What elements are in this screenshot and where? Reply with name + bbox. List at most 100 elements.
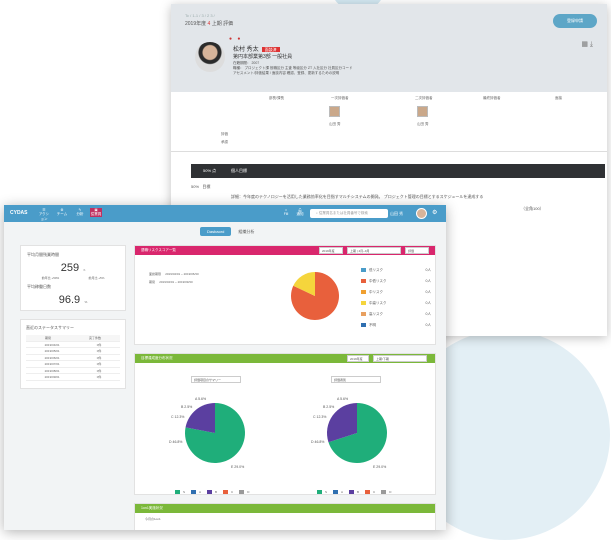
kpi-unit: % [84, 300, 88, 304]
nav-label: 従業員 [90, 212, 102, 216]
info-line3: アセスメント/評価結果 / 面談内容 確認、登録、更新するための説明 [233, 71, 340, 75]
period-value: 2019/04/01 ~ 2019/09/30 [159, 280, 193, 284]
slice-label: A 5.6% [337, 397, 348, 401]
kpi-number: 259 [60, 262, 80, 274]
legend-swatch [361, 312, 366, 317]
legend-label: 中低リスク [369, 279, 387, 283]
col-header: 部長/課長 [269, 96, 284, 100]
table-cell: 0件 [96, 355, 102, 360]
section-header: 50% 点 個人目標 [191, 164, 605, 178]
logo[interactable]: CYDAS [10, 210, 28, 216]
user-name[interactable]: 山田 秀 [390, 211, 403, 217]
year-select[interactable]: 2019年度 [347, 355, 369, 362]
table-cell: 2019/04/01 [44, 342, 60, 347]
col-header: 一次評価者 [331, 96, 349, 100]
kpi-value: 96.9 % [27, 290, 119, 308]
person-info: 在籍期間： 2007 職種： プロジェクト課 役職区分 主査 等級区分 ZT 入社… [233, 61, 353, 76]
legend-item: S [175, 490, 185, 495]
legend-label: 中リスク [369, 290, 383, 294]
goal-label: 目標 [202, 184, 211, 189]
nav-label: 通知 [296, 212, 304, 216]
breadcrumb[interactable]: Tc / 1-1 / 3 / 2 3 / [185, 13, 215, 18]
section-title: 個人目標 [231, 168, 247, 173]
gear-icon[interactable]: ⚙ [432, 209, 437, 216]
panel-header: 1on1実施状況 [135, 504, 435, 513]
tab-dashboard[interactable]: Dasbaord [200, 227, 232, 236]
panel-title: 1on1実施状況 [141, 506, 163, 510]
dashboard-window: CYDAS ☰ アクション ⚙ チーム ✎ 分析 ▣ 従業員 ⌂ Fill 🔔︎ 通知 ⌕ … [4, 205, 446, 530]
avatar[interactable] [416, 208, 427, 219]
nav-label: アクション [38, 212, 50, 221]
legend-item: 不明 0人 [361, 323, 431, 328]
term-select[interactable]: 上期 | 4月~9月 [347, 247, 401, 254]
legend-swatch [191, 490, 197, 495]
nav-label: Fill [283, 212, 289, 216]
legend-swatch [175, 490, 180, 495]
slice-label: D 46.8% [311, 440, 324, 444]
slice-label: C 12.3% [313, 415, 326, 419]
goal-detail: 詳細：今年度のテクノロジーを活用した業務効率化を目指すマルチシステムの開発。 プ… [231, 194, 484, 199]
col-header: 最終評価者 [483, 96, 501, 100]
kpi-panel: 平均月間残業時間 259 h 前年比 +50% 前月比 +5% 平均稼働日数 96… [20, 245, 126, 311]
table-cell: 0件 [96, 349, 102, 353]
bell-icon[interactable]: 🔔︎ 通知 [294, 208, 306, 217]
table-cell: 2019/06/01 [44, 355, 60, 360]
period-eval[interactable]: 評価 [223, 21, 233, 27]
legend-item: 低リスク 0人 [361, 268, 431, 273]
status-dots: ● ● [229, 36, 243, 42]
evaluator-name: 山田 秀 [417, 122, 429, 126]
period-year[interactable]: 2019年度 [185, 21, 206, 27]
legend-value: 0人 [425, 290, 431, 294]
item-dropdown[interactable]: 評価項目のサマリー [191, 376, 241, 383]
nav-team[interactable]: ⚙ チーム [56, 208, 68, 217]
slice-label: B 2.5% [181, 405, 192, 409]
search-placeholder: 従業員名または社員番号で検索 [318, 211, 368, 215]
tab-org-analysis[interactable]: 組織分析 [231, 227, 261, 237]
risk-panel: 退職リスクスコア一覧 2019年度 上期 | 4月~9月 評価 面談期限 201… [134, 245, 436, 345]
section-pct: 50% 点 [203, 168, 217, 173]
period-term[interactable]: 上期 [212, 21, 222, 27]
legend-swatch [333, 490, 339, 495]
period-label: 期間 [149, 280, 156, 284]
period-value: 2019/04/01 ~ 2019/06/30 [165, 272, 199, 276]
col-header: 期間 [44, 336, 51, 340]
eval-select[interactable]: 評価 [405, 247, 429, 254]
nav-employee[interactable]: ▣ 従業員 [90, 208, 102, 217]
kpi-sub-b: 前月比 +5% [88, 276, 105, 280]
search-input[interactable]: ⌕ 従業員名または社員番号で検索 [310, 209, 388, 218]
table-cell: 2019/05/01 [44, 349, 60, 353]
kpi-sub: 前年比 +50% 前月比 +5% [27, 276, 119, 280]
slice-label: E 29.0% [231, 465, 244, 469]
table-cell: 0件 [96, 368, 102, 373]
legend-swatch [239, 490, 245, 495]
col-header: 完了件数 [88, 336, 101, 340]
nav-action[interactable]: ☰ アクション [38, 208, 50, 222]
person-name: 松村 秀太 面談済 [233, 44, 280, 53]
table-body: 2019/04/01 0件 2019/05/01 0件 2019/06/01 0件 2019… [26, 342, 120, 381]
term-select[interactable]: 上期/下期 [373, 355, 427, 362]
nav-analysis[interactable]: ✎ 分析 [74, 208, 86, 217]
register-button[interactable]: 登録申請 [553, 14, 597, 28]
year-select[interactable]: 2019年度 [319, 247, 343, 254]
profile-header: Tc / 1-1 / 3 / 2 3 / 2019年度 4 上期 評価 登録申請… [171, 4, 607, 92]
grid-icon[interactable]: ▦ ⤓ [581, 40, 593, 49]
legend-swatch [381, 490, 387, 495]
panel-title: 退職リスクスコア一覧 [141, 248, 176, 252]
slice-label: D 46.8% [169, 440, 182, 444]
legend-value: 0人 [425, 268, 431, 272]
table-cell: 2019/07/01 [44, 362, 60, 366]
chart-legend: SABCD [317, 480, 397, 498]
period-label: 面談期限 [149, 272, 162, 276]
legend-swatch [361, 290, 366, 295]
legend-label: 高リスク [369, 312, 383, 316]
table-cell: 2019/08/01 [44, 368, 60, 373]
legend-swatch [349, 490, 355, 495]
legend-item: D [239, 490, 249, 495]
evaluator-avatar [329, 106, 340, 117]
nav-fill[interactable]: ⌂ Fill [280, 208, 292, 216]
legend-item: A [333, 490, 343, 495]
evaluator-dropdown[interactable]: 評価者別 [331, 376, 381, 383]
slice-label: E 29.0% [373, 465, 386, 469]
legend-item: A [191, 490, 201, 495]
legend-item: C [223, 490, 233, 495]
